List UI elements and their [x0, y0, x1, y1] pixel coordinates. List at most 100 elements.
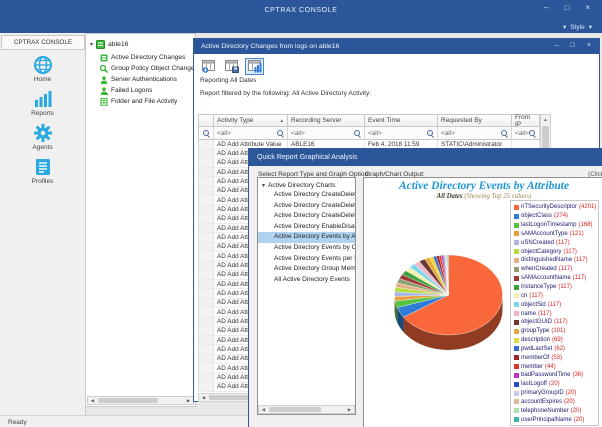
legend-label: objectGUID — [521, 319, 552, 325]
scroll-left-icon[interactable]: ◀ — [199, 394, 208, 401]
legend-label: nTSecurityDescriptor — [521, 204, 577, 210]
filter-cell[interactable]: <all> — [214, 127, 288, 140]
legend-label: objectClass — [521, 213, 552, 219]
search-icon[interactable] — [203, 130, 211, 138]
sidebar-item-home[interactable]: Home — [0, 55, 85, 87]
sidebar-tree-item-4[interactable]: Folder and File Activity — [100, 96, 194, 107]
style-dropdown[interactable]: ▾ Style ▾ — [563, 23, 592, 31]
search-icon[interactable] — [501, 130, 509, 138]
scroll-thumb[interactable] — [269, 407, 321, 412]
search-icon[interactable] — [277, 130, 285, 138]
tree-root-ad-charts[interactable]: ▾ Active Directory Charts — [262, 182, 355, 189]
column-header-recording-server[interactable]: Recording Server — [288, 114, 365, 127]
legend-color-swatch — [514, 258, 519, 263]
scroll-thumb[interactable] — [98, 398, 158, 403]
dialog-titlebar[interactable]: Quick Report Graphical Analysis — [249, 149, 602, 166]
bar-chart-icon — [33, 89, 53, 109]
legend-color-swatch — [514, 320, 519, 325]
filter-cell[interactable]: <all> — [512, 127, 540, 140]
ribbon-bar: ▾ Style ▾ — [0, 22, 602, 33]
sidebar-item-profiles[interactable]: Profiles — [0, 157, 85, 189]
column-header-from-ip[interactable]: From IP — [512, 114, 540, 127]
legend-entry: telephoneNumber (20) — [514, 406, 598, 415]
grid-export-button[interactable] — [199, 58, 218, 75]
legend-entry: accountExpires (20) — [514, 398, 598, 407]
sidebar-tree-item-2[interactable]: Server Authentications — [100, 74, 194, 85]
file-activity-icon — [100, 98, 108, 106]
dialog-tree-hscrollbar[interactable]: ◀ ▶ — [258, 405, 355, 414]
legend-label: userPrincipalName — [521, 417, 572, 423]
legend-entry: name (117) — [514, 309, 598, 318]
dialog-tree-item-4[interactable]: Active Directory Events by Attribut — [258, 232, 355, 243]
scroll-left-icon[interactable]: ◀ — [259, 406, 268, 413]
tree-root-able16[interactable]: ▾ able16 — [90, 40, 128, 49]
search-icon[interactable] — [354, 130, 362, 138]
legend-count: (117) — [573, 275, 587, 281]
search-icon[interactable] — [427, 130, 435, 138]
dialog-tree-item-0[interactable]: Active Directory CreateDelete Com — [258, 190, 355, 201]
tree-root-label: Active Directory Charts — [268, 182, 335, 189]
legend-count: (36) — [572, 372, 583, 378]
expander-icon[interactable]: ▾ — [262, 182, 265, 189]
minimize-button[interactable]: – — [555, 42, 559, 49]
grid-chart-button[interactable] — [245, 58, 264, 75]
filter-cell[interactable]: <all> — [288, 127, 365, 140]
legend-label: accountExpires — [521, 399, 562, 405]
dialog-tree-item-3[interactable]: Active Directory EnableDisable Ac — [258, 222, 355, 233]
legend-label: lastLogonTimestamp — [521, 222, 576, 228]
dialog-tree-item-7[interactable]: Active Directory Group Member Ev — [258, 264, 355, 275]
search-icon[interactable] — [529, 130, 537, 138]
row-selector-cell — [198, 177, 214, 186]
dialog-tree-item-8[interactable]: All Active Directory Events — [258, 275, 355, 286]
tree-hscrollbar[interactable]: ◀ ▶ — [87, 396, 194, 405]
legend-color-swatch — [514, 373, 519, 378]
sidebar-item-reports[interactable]: Reports — [0, 89, 85, 121]
grid-save-button[interactable] — [222, 58, 241, 75]
legend-entry: pwdLastSet (62) — [514, 345, 598, 354]
legend-count: (20) — [564, 399, 575, 405]
expander-icon[interactable]: ▾ — [90, 41, 93, 48]
tree-item-label: Folder and File Activity — [111, 98, 177, 105]
failed-logons-icon — [100, 87, 108, 95]
server-tree-panel: ▾ able16 Active Directory ChangesGroup P… — [85, 33, 196, 407]
legend-count: (121) — [570, 231, 584, 237]
close-button[interactable]: × — [585, 3, 590, 12]
scroll-right-icon[interactable]: ▶ — [184, 397, 193, 404]
sidebar-item-label: Profiles — [0, 178, 85, 185]
sidebar-tree-item-0[interactable]: Active Directory Changes — [100, 52, 194, 63]
scroll-up-icon[interactable]: ▲ — [541, 115, 550, 124]
maximize-button[interactable]: □ — [564, 3, 569, 12]
legend-count: (117) — [548, 302, 562, 308]
legend-entry: sAMAccountType (121) — [514, 230, 598, 239]
legend-entry: sAMAccountName (117) — [514, 274, 598, 283]
dialog-tree-item-6[interactable]: Active Directory Events per DC — [258, 254, 355, 265]
report-window-titlebar: Active Directory Changes from logs on ab… — [194, 39, 599, 54]
maximize-button[interactable]: □ — [571, 42, 575, 49]
close-button[interactable]: × — [587, 42, 591, 49]
gear-icon — [33, 123, 53, 143]
sidebar-tree-item-3[interactable]: Failed Logons — [100, 85, 194, 96]
legend-count: (69) — [552, 337, 563, 343]
sidebar-item-agents[interactable]: Agents — [0, 123, 85, 155]
filter-cell[interactable]: <all> — [438, 127, 512, 140]
filter-cell[interactable]: <all> — [365, 127, 438, 140]
column-header-event-time[interactable]: Event Time — [365, 114, 438, 127]
column-header-activity-type[interactable]: Activity Type▲ — [214, 114, 288, 127]
dialog-tree-item-5[interactable]: Active Directory Events by Object — [258, 243, 355, 254]
column-header-selector[interactable] — [198, 114, 214, 127]
legend-count: (117) — [563, 249, 577, 255]
legend-count: (117) — [538, 311, 552, 317]
scroll-left-icon[interactable]: ◀ — [88, 397, 97, 404]
minimize-button[interactable]: – — [544, 3, 548, 12]
legend-count: (20) — [566, 390, 577, 396]
scroll-right-icon[interactable]: ▶ — [345, 406, 354, 413]
column-header-requested-by[interactable]: Requested By — [438, 114, 512, 127]
row-selector-cell — [198, 383, 214, 392]
row-selector-cell — [198, 243, 214, 252]
dialog-tree-item-1[interactable]: Active Directory CreateDelete Gro — [258, 201, 355, 212]
sidebar-tree-item-1[interactable]: Group Policy Object Changes — [100, 63, 194, 74]
table-filter-row: <all><all><all><all><all> — [198, 127, 540, 140]
dialog-tree-item-2[interactable]: Active Directory CreateDelete Use — [258, 211, 355, 222]
row-selector-cell — [198, 149, 214, 158]
filter-cell-selector[interactable] — [198, 127, 214, 140]
